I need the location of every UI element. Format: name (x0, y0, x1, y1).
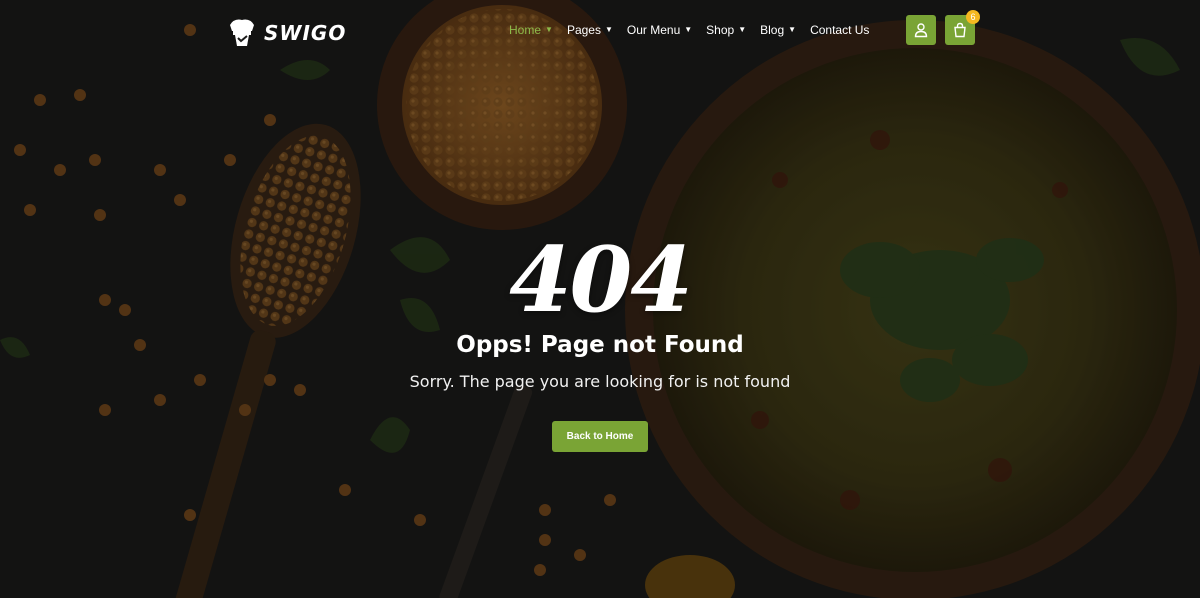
nav-item-pages[interactable]: Pages ▼ (567, 23, 613, 37)
nav-item-label: Shop (706, 23, 735, 37)
brand-name: SWIGO (264, 21, 347, 45)
cart-button[interactable]: 6 (945, 10, 980, 45)
user-account-button[interactable] (906, 15, 936, 45)
nav-item-label: Contact Us (810, 23, 870, 37)
error-code: 404 (509, 227, 693, 333)
shopping-bag-icon (954, 22, 966, 38)
chevron-down-icon: ▼ (604, 25, 613, 34)
chevron-down-icon: ▼ (684, 25, 693, 34)
chef-logo-icon (230, 19, 254, 46)
nav-item-home[interactable]: Home ▼ (509, 23, 553, 37)
nav-item-shop[interactable]: Shop ▼ (706, 23, 746, 37)
error-message: Sorry. The page you are looking for is n… (409, 372, 791, 391)
nav-item-label: Blog (760, 23, 785, 37)
nav-item-label: Our Menu (626, 23, 681, 37)
main-nav: Home ▼ Pages ▼ Our Menu ▼ Shop ▼ Blog ▼ … (509, 23, 883, 37)
nav-item-blog[interactable]: Blog ▼ (760, 23, 796, 37)
chevron-down-icon: ▼ (788, 25, 797, 34)
nav-item-contact-us[interactable]: Contact Us (810, 23, 869, 37)
chevron-down-icon: ▼ (738, 25, 747, 34)
chevron-down-icon: ▼ (545, 25, 553, 34)
nav-item-label: Pages (566, 23, 601, 37)
cart-count-badge: 6 (966, 10, 980, 24)
nav-item-our-menu[interactable]: Our Menu ▼ (627, 23, 692, 37)
brand-logo[interactable]: SWIGO (226, 16, 346, 50)
site-header: SWIGO Home ▼ Pages ▼ Our Menu ▼ Shop ▼ B… (0, 0, 1200, 64)
nav-item-label: Home (509, 23, 542, 37)
user-icon (914, 23, 928, 38)
error-title: Opps! Page not Found (456, 332, 744, 358)
error-content: 404 Opps! Page not Found Sorry. The page… (0, 230, 1200, 452)
back-to-home-button[interactable]: Back to Home (551, 421, 649, 452)
